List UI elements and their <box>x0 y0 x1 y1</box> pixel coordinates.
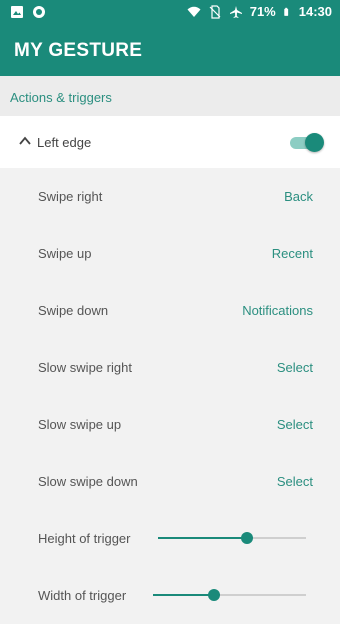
chevron-up-icon[interactable] <box>18 134 32 148</box>
circle-notification-icon <box>33 6 45 18</box>
item-value[interactable]: Select <box>277 360 313 375</box>
list-item-slow-swipe-down[interactable]: Slow swipe down Select <box>0 453 340 510</box>
item-value[interactable]: Select <box>277 417 313 432</box>
width-slider[interactable] <box>153 589 306 601</box>
section-header-label: Actions & triggers <box>10 90 112 105</box>
toggle-thumb <box>305 133 324 152</box>
slider-thumb[interactable] <box>208 589 221 601</box>
battery-percent: 71% <box>249 4 276 19</box>
item-label: Swipe up <box>38 246 92 261</box>
item-value[interactable]: Back <box>284 189 313 204</box>
left-edge-label: Left edge <box>37 135 92 150</box>
item-value[interactable]: Select <box>277 474 313 489</box>
item-label: Slow swipe down <box>38 474 138 489</box>
left-edge-toggle[interactable] <box>290 132 324 152</box>
item-label: Slow swipe right <box>38 360 132 375</box>
status-bar: 71% 14:30 <box>0 0 340 24</box>
item-value[interactable]: Recent <box>272 246 313 261</box>
left-edge-group-row[interactable]: Left edge <box>0 116 340 168</box>
list-item-swipe-right[interactable]: Swipe right Back <box>0 168 340 225</box>
list-item-swipe-down[interactable]: Swipe down Notifications <box>0 282 340 339</box>
slider-fill <box>153 594 215 596</box>
item-label: Swipe right <box>38 189 103 204</box>
airplane-icon <box>229 5 242 18</box>
app-bar: MY GESTURE <box>0 24 340 76</box>
no-sim-icon <box>209 4 221 19</box>
section-header: Actions & triggers <box>0 76 340 116</box>
slider-row-height: Height of trigger <box>0 510 340 567</box>
list-item-slow-swipe-up[interactable]: Slow swipe up Select <box>0 396 340 453</box>
battery-icon <box>284 7 288 16</box>
item-label: Swipe down <box>38 303 109 318</box>
clock: 14:30 <box>298 4 332 19</box>
item-value[interactable]: Notifications <box>242 303 313 318</box>
height-slider[interactable] <box>158 532 306 544</box>
slider-row-width: Width of trigger <box>0 567 340 624</box>
image-icon <box>11 6 23 18</box>
app-title: MY GESTURE <box>14 40 143 61</box>
wifi-icon <box>187 6 201 17</box>
slider-label: Width of trigger <box>38 588 127 603</box>
slider-thumb[interactable] <box>240 532 253 544</box>
slider-label: Height of trigger <box>38 531 131 546</box>
list-item-swipe-up[interactable]: Swipe up Recent <box>0 225 340 282</box>
list-item-slow-swipe-right[interactable]: Slow swipe right Select <box>0 339 340 396</box>
slider-fill <box>158 537 247 539</box>
item-label: Slow swipe up <box>38 417 122 432</box>
